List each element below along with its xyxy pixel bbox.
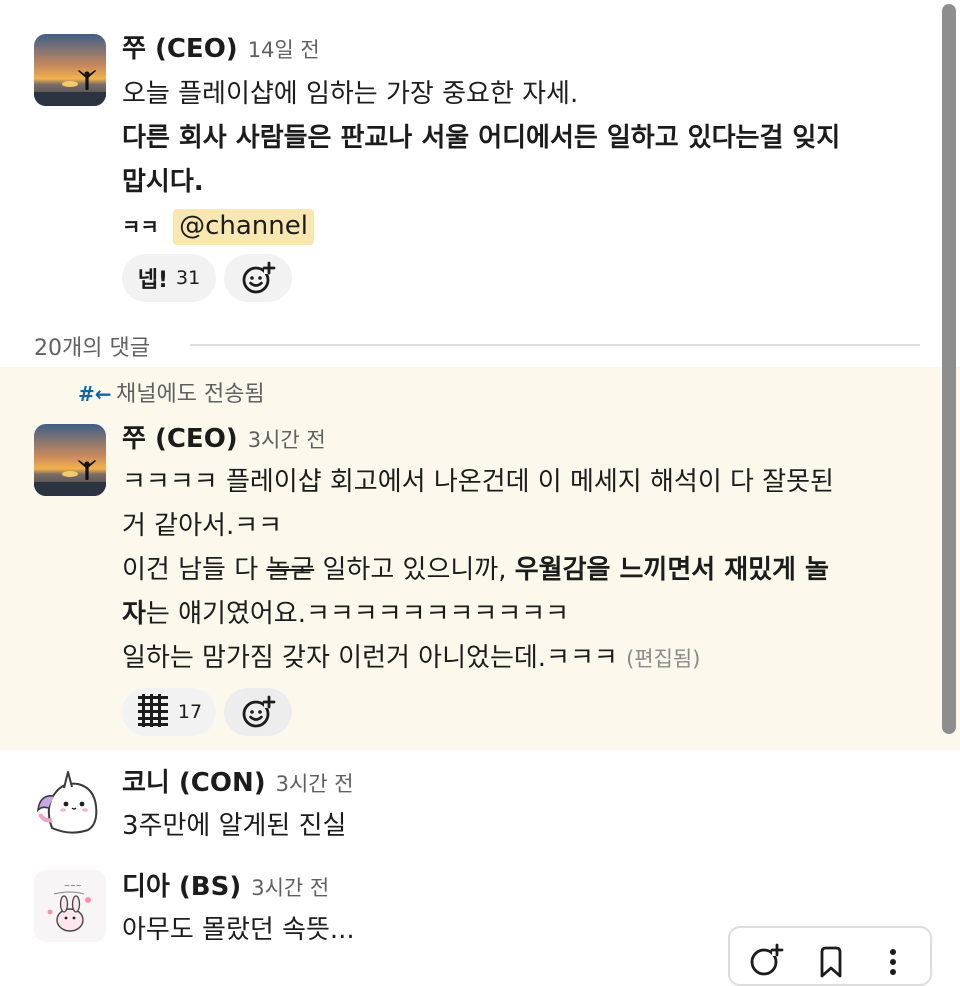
text-segment: 는 얘기였어요.ㅋㅋㅋㅋㅋㅋㅋㅋㅋㅋㅋ — [145, 599, 570, 629]
timestamp[interactable]: 14일 전 — [248, 38, 320, 62]
edited-label: (편집됨) — [626, 647, 701, 671]
bold-text: 우월감을 느끼면서 재밌게 놀 — [514, 555, 829, 585]
message-line: 이건 남들 다 놀굳 일하고 있으니까, 우월감을 느끼면서 재밌게 놀 — [122, 548, 829, 592]
avatar[interactable] — [34, 766, 106, 838]
scrollbar-thumb[interactable] — [942, 4, 956, 734]
toolbar-bookmark-button[interactable] — [818, 942, 848, 982]
author-name[interactable]: 디아 (BS) 3시간 전 — [122, 870, 329, 905]
bold-text: 자 — [122, 599, 146, 629]
text-segment: 일하는 맘가짐 갖자 이런거 아니었는데.ㅋㅋㅋ — [122, 643, 618, 673]
author-name-text[interactable]: 디아 (BS) — [122, 872, 241, 902]
message-line: ㅋㅋ @channel — [122, 204, 314, 249]
also-sent-to-channel[interactable]: #← 채널에도 전송됨 — [78, 378, 265, 411]
message-line: 일하는 맘가짐 갖자 이런거 아니었는데.ㅋㅋㅋ (편집됨) — [122, 636, 700, 681]
message-actions-toolbar — [728, 926, 932, 986]
stacked-bars-emoji — [136, 693, 170, 732]
avatar[interactable] — [34, 34, 106, 106]
toolbar-more-button[interactable] — [882, 942, 908, 982]
author-name-text[interactable]: 쭈 (CEO) — [122, 424, 238, 454]
author-name[interactable]: 쭈 (CEO) 14일 전 — [122, 32, 320, 67]
add-reaction-icon — [242, 695, 276, 728]
author-name[interactable]: 코니 (CON) 3시간 전 — [122, 766, 354, 801]
reaction-pill[interactable]: 17 — [122, 688, 216, 736]
message-line-bold: 다른 회사 사람들은 판교나 서울 어디에서든 일하고 있다는걸 잊지 — [122, 123, 841, 153]
message-line: 자는 얘기였어요.ㅋㅋㅋㅋㅋㅋㅋㅋㅋㅋㅋ — [122, 592, 569, 636]
also-sent-label: 채널에도 전송됨 — [116, 382, 265, 407]
add-reaction-button[interactable] — [224, 688, 292, 736]
message-prefix: ㅋㅋ — [122, 215, 159, 239]
bookmark-icon — [820, 946, 842, 978]
add-reaction-icon — [750, 943, 784, 976]
text-segment: 일하고 있으니까, — [314, 555, 515, 585]
message-line: 거 같아서.ㅋㅋ — [122, 511, 283, 541]
reaction-pill[interactable]: 넵! 31 — [122, 254, 216, 302]
timestamp[interactable]: 3시간 전 — [276, 772, 354, 796]
svg-text:~~~: ~~~ — [64, 882, 82, 890]
add-reaction-icon — [242, 261, 276, 294]
more-vertical-icon — [890, 949, 896, 975]
toolbar-add-reaction-button[interactable] — [748, 942, 788, 982]
author-name-text[interactable]: 코니 (CON) — [122, 768, 266, 798]
timestamp[interactable]: 3시간 전 — [251, 876, 329, 900]
thread-divider-line — [190, 344, 920, 346]
message-line-bold: 맙시다. — [122, 167, 204, 197]
strikethrough-text: 놀굳 — [266, 555, 315, 585]
text-segment: 이건 남들 다 — [122, 555, 267, 585]
avatar[interactable] — [34, 424, 106, 496]
message-line: 3주만에 알게된 진실 — [122, 811, 347, 841]
message-line: 아무도 몰랐던 속뜻... — [122, 915, 355, 945]
message-line: 오늘 플레이샵에 임하는 가장 중요한 자세. — [122, 79, 579, 109]
reaction-emoji: 넵! — [137, 268, 169, 293]
reply-count-label: 20개의 댓글 — [34, 330, 164, 362]
author-name[interactable]: 쭈 (CEO) 3시간 전 — [122, 422, 326, 457]
channel-arrow-icon: #← — [78, 382, 112, 406]
add-reaction-button[interactable] — [224, 254, 292, 302]
channel-mention[interactable]: @channel — [173, 209, 314, 245]
reaction-count: 31 — [176, 267, 201, 289]
message-line: ㅋㅋㅋㅋ 플레이샵 회고에서 나온건데 이 메세지 해석이 다 잘못된 — [122, 467, 834, 497]
avatar[interactable]: ~~~ — [34, 870, 106, 942]
timestamp[interactable]: 3시간 전 — [248, 428, 326, 452]
author-name-text[interactable]: 쭈 (CEO) — [122, 34, 238, 64]
reaction-count: 17 — [177, 701, 203, 723]
